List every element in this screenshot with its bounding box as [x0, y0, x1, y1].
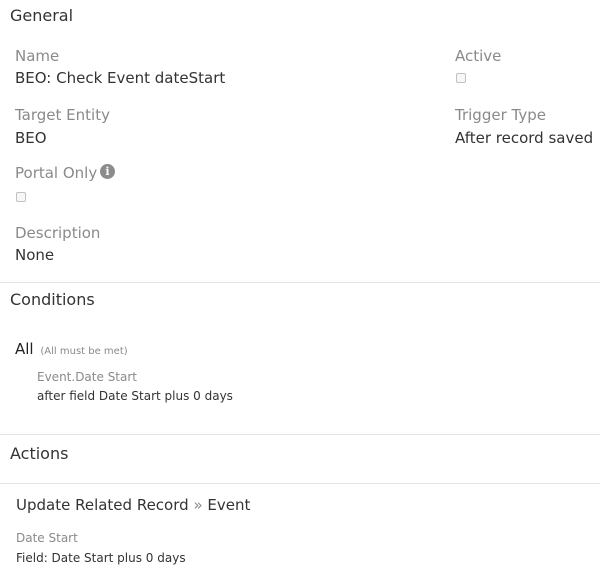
action-type: Update Related Record [16, 496, 189, 514]
active-label: Active [455, 47, 502, 65]
description-label: Description [15, 224, 101, 242]
condition-field-label: Event.Date Start [37, 370, 138, 384]
action-field-value: Field: Date Start plus 0 days [16, 551, 186, 565]
target-entity-value: BEO [15, 129, 47, 147]
condition-field-value: after field Date Start plus 0 days [37, 389, 233, 403]
section-divider [0, 434, 600, 435]
section-title-actions: Actions [10, 444, 69, 463]
action-title: Update Related Record » Event [16, 496, 250, 514]
target-entity-label: Target Entity [15, 106, 110, 124]
active-checkbox[interactable] [456, 73, 466, 83]
section-title-general: General [10, 6, 74, 25]
action-separator: » [193, 496, 203, 514]
condition-group-label: All [15, 340, 34, 358]
condition-group-hint: (All must be met) [40, 346, 128, 357]
name-value: BEO: Check Event dateStart [15, 69, 226, 87]
action-field-label: Date Start [16, 531, 78, 545]
section-title-conditions: Conditions [10, 290, 95, 309]
condition-group: All (All must be met) [15, 340, 128, 358]
portal-only-label: Portal Only [15, 164, 98, 182]
info-circle-icon[interactable]: i [100, 164, 115, 179]
portal-only-checkbox[interactable] [16, 192, 26, 202]
action-target: Event [207, 496, 251, 514]
name-label: Name [15, 47, 60, 65]
description-value: None [15, 246, 55, 264]
trigger-type-value: After record saved [455, 129, 594, 147]
section-divider [0, 483, 600, 484]
section-divider [0, 282, 600, 283]
trigger-type-label: Trigger Type [455, 106, 546, 124]
